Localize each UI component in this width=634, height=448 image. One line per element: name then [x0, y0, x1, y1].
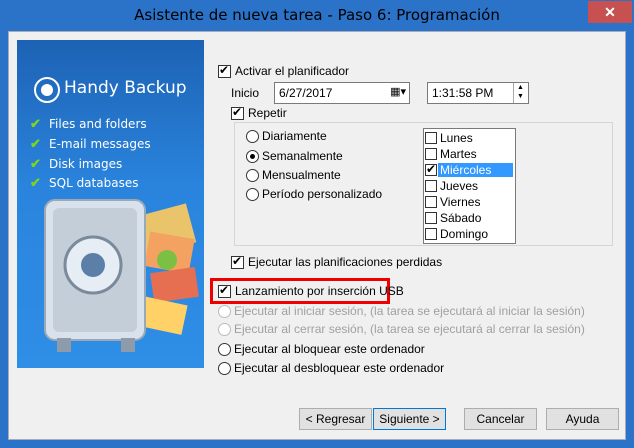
title-bar: Asistente de nueva tarea - Paso 6: Progr…: [0, 0, 634, 32]
run-missed-label: Ejecutar las planificaciones perdidas: [248, 255, 443, 269]
start-time-picker[interactable]: 1:31:58 PM ▲ ▼: [427, 82, 529, 104]
logo-text: Handy Backup: [64, 78, 187, 98]
enable-scheduler-checkbox[interactable]: [218, 63, 231, 78]
product-banner: Handy Backup ✔ Files and folders ✔ E-mai…: [17, 40, 204, 368]
safe-illustration-icon: [44, 199, 199, 352]
check-icon: ✔: [30, 116, 41, 131]
on-lock-radio[interactable]: [218, 343, 231, 356]
feature-item: E-mail messages: [49, 137, 151, 151]
weekday-item[interactable]: Domingo: [424, 226, 515, 242]
weekday-item-selected[interactable]: Miércoles: [424, 162, 515, 178]
on-unlock-label: Ejecutar al desbloquear este ordenador: [234, 361, 445, 375]
check-icon: ✔: [30, 175, 41, 190]
wizard-window: Asistente de nueva tarea - Paso 6: Progr…: [0, 0, 634, 448]
logo-icon: [34, 77, 60, 103]
on-logoff-label: Ejecutar al cerrar sesión, (la tarea se …: [234, 322, 585, 336]
next-button[interactable]: Siguiente >: [373, 408, 446, 430]
weekday-item[interactable]: Sábado: [424, 210, 515, 226]
on-lock-label: Ejecutar al bloquear este ordenador: [234, 342, 425, 356]
repeat-label: Repetir: [248, 106, 287, 120]
run-missed-checkbox[interactable]: [231, 254, 244, 269]
wizard-body: Handy Backup ✔ Files and folders ✔ E-mai…: [8, 31, 626, 440]
check-icon: ✔: [30, 156, 41, 171]
on-login-radio[interactable]: [218, 305, 231, 318]
custom-period-radio[interactable]: [246, 188, 259, 201]
cancel-button[interactable]: Cancelar: [464, 408, 537, 430]
usb-launch-checkbox[interactable]: [218, 283, 231, 298]
weekday-item[interactable]: Jueves: [424, 178, 515, 194]
spin-updown-icon[interactable]: ▲ ▼: [513, 83, 527, 103]
weekday-item[interactable]: Lunes: [424, 130, 515, 146]
feature-item: Files and folders: [49, 117, 147, 131]
on-login-label: Ejecutar al iniciar sesión, (la tarea se…: [234, 304, 585, 318]
weekday-list[interactable]: Lunes Martes Miércoles Jueves Viernes Sá…: [423, 128, 516, 244]
calendar-icon[interactable]: ▦▾: [390, 85, 406, 98]
back-button[interactable]: < Regresar: [299, 408, 372, 430]
start-date-value: 6/27/2017: [279, 86, 333, 100]
daily-label: Diariamente: [262, 129, 327, 143]
enable-scheduler-label: Activar el planificador: [235, 64, 350, 78]
daily-radio[interactable]: [246, 130, 259, 143]
monthly-label: Mensualmente: [262, 168, 341, 182]
on-unlock-radio[interactable]: [218, 362, 231, 375]
start-time-value: 1:31:58 PM: [432, 86, 494, 100]
weekday-item[interactable]: Martes: [424, 146, 515, 162]
on-logoff-radio[interactable]: [218, 323, 231, 336]
feature-item: Disk images: [49, 157, 123, 171]
close-button[interactable]: ✕: [588, 1, 632, 23]
custom-period-label: Período personalizado: [262, 187, 383, 201]
monthly-radio[interactable]: [246, 169, 259, 182]
check-icon: ✔: [30, 136, 41, 151]
start-label: Inicio: [231, 86, 260, 100]
repeat-checkbox[interactable]: [231, 105, 244, 120]
weekly-radio[interactable]: [246, 150, 259, 163]
start-date-picker[interactable]: 6/27/2017 ▦▾: [274, 82, 410, 104]
weekly-label: Semanalmente: [262, 149, 343, 163]
weekday-item[interactable]: Viernes: [424, 194, 515, 210]
help-button[interactable]: Ayuda: [546, 408, 619, 430]
window-title: Asistente de nueva tarea - Paso 6: Progr…: [134, 6, 500, 24]
feature-item: SQL databases: [49, 176, 139, 190]
usb-launch-label: Lanzamiento por inserción USB: [235, 284, 404, 298]
